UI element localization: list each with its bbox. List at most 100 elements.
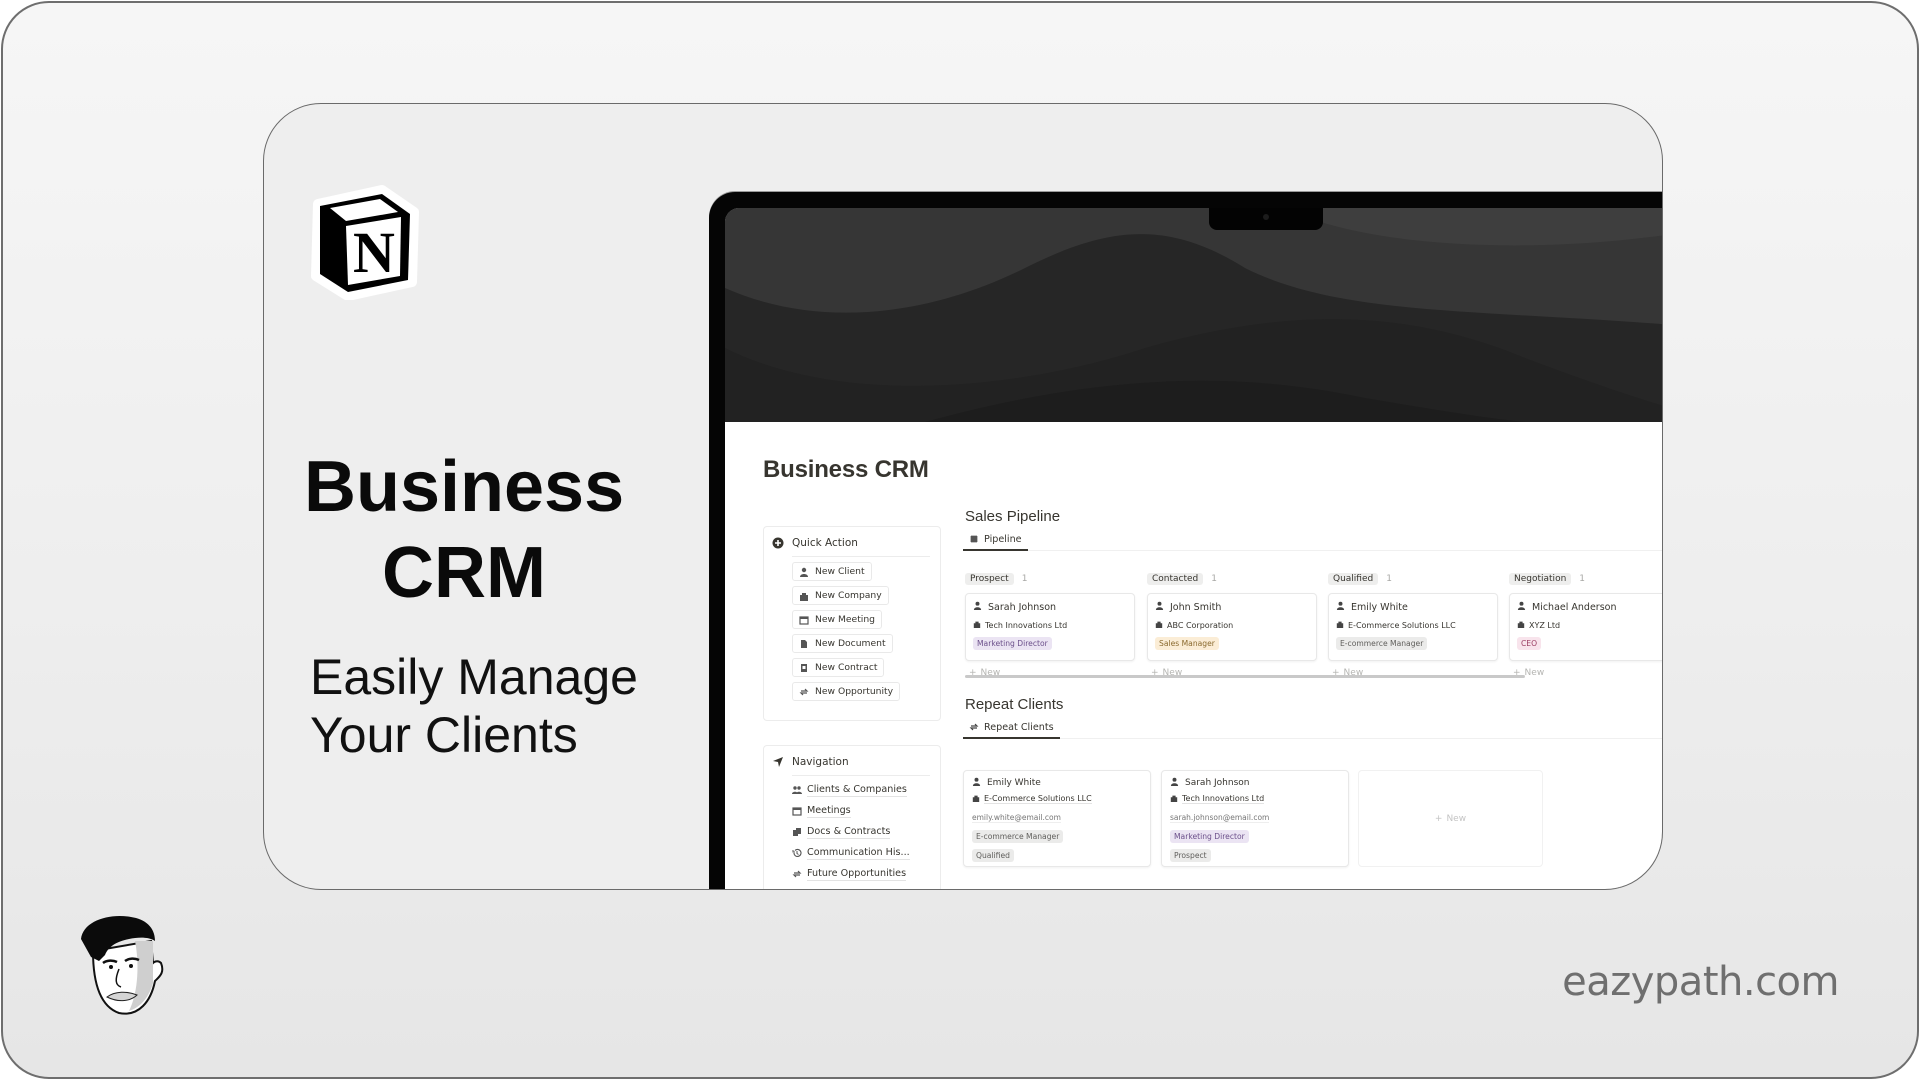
navigation-panel: Navigation Clients & Companies Meetings <box>763 745 941 889</box>
new-meeting-button[interactable]: New Meeting <box>792 610 883 629</box>
board-column-qualified: Qualified 1 Emily White E-Commerce Soluti… <box>1328 571 1498 680</box>
navigation-title: Navigation <box>792 756 849 768</box>
role-tag: Sales Manager <box>1155 637 1219 650</box>
hero-title-line-1: Business <box>304 447 625 527</box>
new-client-button[interactable]: New Client <box>792 562 872 581</box>
board-column-contacted: Contacted 1 John Smith ABC Corporation Sa… <box>1147 571 1317 680</box>
card-company-link[interactable]: E-Commerce Solutions LLC <box>984 794 1092 804</box>
card-email[interactable]: sarah.johnson@email.com <box>1170 813 1270 823</box>
board-horizontal-scrollbar[interactable] <box>965 675 1525 678</box>
tab-pipeline[interactable]: Pipeline <box>963 529 1028 551</box>
person-icon <box>972 777 981 789</box>
card-name: Sarah Johnson <box>988 601 1057 613</box>
navigation-heading: Navigation <box>764 746 940 768</box>
column-label: Qualified <box>1328 573 1379 585</box>
calendar-icon <box>792 806 802 816</box>
card-name: Emily White <box>1351 601 1408 613</box>
role-tag: E-commerce Manager <box>1336 637 1428 650</box>
nav-link-future-opportunities[interactable]: Future Opportunities <box>792 866 940 882</box>
add-new-button[interactable]: + New <box>1509 666 1662 680</box>
laptop-mockup: Business CRM Quick Action New Client New… <box>709 192 1662 889</box>
new-label: New <box>1524 668 1545 678</box>
nav-link-label: Clients & Companies <box>807 784 907 797</box>
button-label: New Opportunity <box>815 686 894 697</box>
nav-link-docs-contracts[interactable]: Docs & Contracts <box>792 824 940 840</box>
building-icon <box>1336 620 1344 630</box>
pipeline-card[interactable]: Sarah Johnson Tech Innovations Ltd Marke… <box>965 593 1135 661</box>
pipeline-card[interactable]: Emily White E-Commerce Solutions LLC E-c… <box>1328 593 1498 661</box>
tab-label: Repeat Clients <box>984 721 1054 733</box>
hero-subtitle: Easily Manage Your Clients <box>310 648 690 764</box>
client-card[interactable]: Sarah Johnson Tech Innovations Ltd sarah… <box>1161 770 1349 867</box>
building-icon <box>1517 620 1525 630</box>
add-new-card-button[interactable]: + New <box>1358 770 1543 867</box>
hero-subtitle-line-2: Your Clients <box>310 707 578 763</box>
nav-link-label: Meetings <box>807 805 851 818</box>
board-column-negotiation: Negotiation 1 Michael Anderson XYZ Ltd CE… <box>1509 571 1662 680</box>
camera-icon <box>1263 214 1269 220</box>
repeat-clients-tabs: Repeat Clients <box>963 717 1662 739</box>
button-label: New Meeting <box>815 614 876 625</box>
card-name: Sarah Johnson <box>1185 778 1250 788</box>
role-tag: Marketing Director <box>973 637 1052 650</box>
column-count: 1 <box>1386 574 1392 584</box>
column-count: 1 <box>1211 574 1217 584</box>
notion-screen: Business CRM Quick Action New Client New… <box>725 208 1662 889</box>
new-contract-button[interactable]: New Contract <box>792 658 885 677</box>
history-icon <box>792 848 802 858</box>
pipeline-card[interactable]: John Smith ABC Corporation Sales Manager <box>1147 593 1317 661</box>
calendar-icon <box>799 615 809 625</box>
client-card[interactable]: Emily White E-Commerce Solutions LLC emi… <box>963 770 1151 867</box>
button-label: New Company <box>815 590 882 601</box>
nav-link-communication-history[interactable]: Communication His... <box>792 845 940 861</box>
chip-icon <box>969 534 979 544</box>
repeat-icon <box>969 722 979 732</box>
card-name: Emily White <box>987 778 1041 788</box>
tab-repeat-clients[interactable]: Repeat Clients <box>963 717 1060 739</box>
person-icon <box>1170 777 1179 789</box>
nav-link-meetings[interactable]: Meetings <box>792 803 940 819</box>
role-tag: CEO <box>1517 637 1542 650</box>
person-icon <box>973 601 982 613</box>
card-company: ABC Corporation <box>1167 620 1234 630</box>
new-document-button[interactable]: New Document <box>792 634 893 653</box>
quick-action-heading: Quick Action <box>764 527 940 549</box>
person-icon <box>1336 601 1345 613</box>
card-email[interactable]: emily.white@email.com <box>972 813 1061 823</box>
plus-icon: + <box>1434 813 1443 824</box>
promo-card: N Business CRM Easily Manage Your Client… <box>263 103 1663 890</box>
column-label: Contacted <box>1147 573 1204 585</box>
new-company-button[interactable]: New Company <box>792 586 889 605</box>
hero-title: Business CRM <box>304 444 624 616</box>
board-column-prospect: Prospect 1 Sarah Johnson Tech Innovations… <box>965 571 1135 680</box>
building-icon <box>1155 620 1163 630</box>
author-avatar <box>79 911 171 1019</box>
plus-circle-icon <box>772 537 784 549</box>
nav-link-clients-companies[interactable]: Clients & Companies <box>792 782 940 798</box>
person-icon <box>1517 601 1526 613</box>
card-name: John Smith <box>1170 601 1222 613</box>
notion-page: Business CRM Quick Action New Client New… <box>725 422 1662 889</box>
new-opportunity-button[interactable]: New Opportunity <box>792 682 901 701</box>
column-label: Prospect <box>965 573 1014 585</box>
promo-banner: N Business CRM Easily Manage Your Client… <box>1 1 1919 1079</box>
person-icon <box>799 567 809 577</box>
contract-icon <box>799 663 809 673</box>
building-icon <box>973 620 981 630</box>
button-label: New Contract <box>815 662 878 673</box>
page-cover-image <box>725 208 1662 422</box>
sales-pipeline-tabs: Pipeline <box>963 529 1662 551</box>
building-icon <box>972 794 980 804</box>
role-tag: E-commerce Manager <box>972 830 1064 843</box>
column-label: Negotiation <box>1509 573 1572 585</box>
status-tag: Qualified <box>972 849 1014 862</box>
card-company: E-Commerce Solutions LLC <box>1348 620 1456 630</box>
notion-logo-icon: N <box>308 184 420 301</box>
card-company-link[interactable]: Tech Innovations Ltd <box>1182 794 1265 804</box>
card-name: Michael Anderson <box>1532 601 1617 613</box>
page-title: Business CRM <box>763 456 929 483</box>
hero-subtitle-line-1: Easily Manage <box>310 649 638 705</box>
button-label: New Document <box>815 638 886 649</box>
website-url[interactable]: eazypath.com <box>1562 959 1839 1005</box>
pipeline-card[interactable]: Michael Anderson XYZ Ltd CEO <box>1509 593 1662 661</box>
